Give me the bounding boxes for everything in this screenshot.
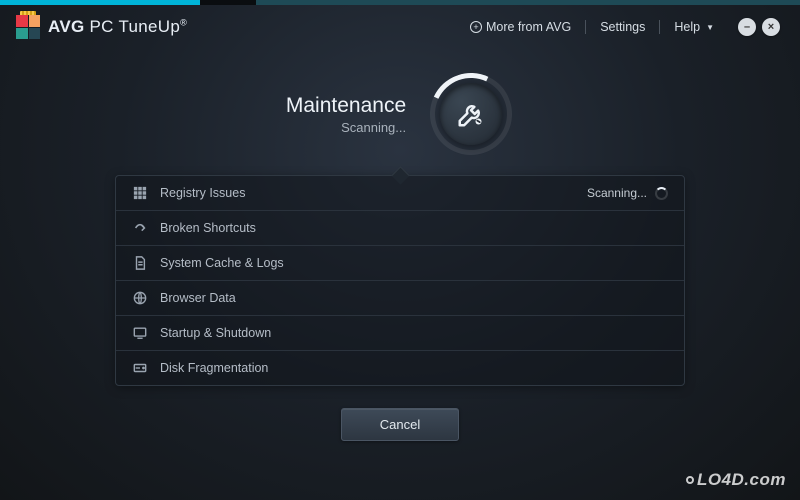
chevron-down-icon: ▼ [706, 23, 714, 32]
close-button[interactable]: × [762, 18, 780, 36]
row-status: Scanning... [587, 186, 668, 200]
row-label: Registry Issues [160, 186, 575, 200]
header: AVG PC TuneUp® + More from AVG Settings … [0, 5, 800, 49]
scan-items-panel: Registry Issues Scanning... Broken Short… [115, 175, 685, 386]
page-title: Maintenance [286, 94, 406, 118]
separator [659, 20, 660, 34]
plus-icon: + [470, 21, 482, 33]
more-from-avg-link[interactable]: + More from AVG [470, 20, 571, 34]
minimize-button[interactable]: – [738, 18, 756, 36]
header-right: + More from AVG Settings Help▼ – × [470, 18, 780, 36]
scan-header: Maintenance Scanning... [286, 71, 514, 157]
row-label: Browser Data [160, 291, 668, 305]
row-label: Startup & Shutdown [160, 326, 668, 340]
scan-row-startup: Startup & Shutdown [116, 316, 684, 351]
row-label: Disk Fragmentation [160, 361, 668, 375]
row-label: Broken Shortcuts [160, 221, 668, 235]
scan-row-shortcuts: Broken Shortcuts [116, 211, 684, 246]
brand: AVG PC TuneUp® [16, 15, 187, 39]
progress-spinner [428, 71, 514, 157]
main-content: Maintenance Scanning... Registry Issues … [0, 49, 800, 441]
shortcut-icon [132, 220, 148, 236]
disk-icon [132, 360, 148, 376]
monitor-icon [132, 325, 148, 341]
scan-row-browser: Browser Data [116, 281, 684, 316]
watermark-dot-icon [686, 476, 694, 484]
scan-row-cache: System Cache & Logs [116, 246, 684, 281]
settings-link[interactable]: Settings [600, 20, 645, 34]
help-link[interactable]: Help▼ [674, 20, 714, 34]
avg-logo-icon [16, 15, 40, 39]
row-label: System Cache & Logs [160, 256, 668, 270]
scan-row-registry: Registry Issues Scanning... [116, 176, 684, 211]
scan-row-defrag: Disk Fragmentation [116, 351, 684, 385]
registry-icon [132, 185, 148, 201]
cancel-button[interactable]: Cancel [341, 408, 459, 441]
brand-text: AVG PC TuneUp® [48, 17, 187, 37]
window-controls: – × [738, 18, 780, 36]
globe-icon [132, 290, 148, 306]
file-icon [132, 255, 148, 271]
separator [585, 20, 586, 34]
scan-status-text: Scanning... [286, 120, 406, 135]
spinner-icon [655, 187, 668, 200]
watermark: LO4D.com [686, 470, 786, 490]
